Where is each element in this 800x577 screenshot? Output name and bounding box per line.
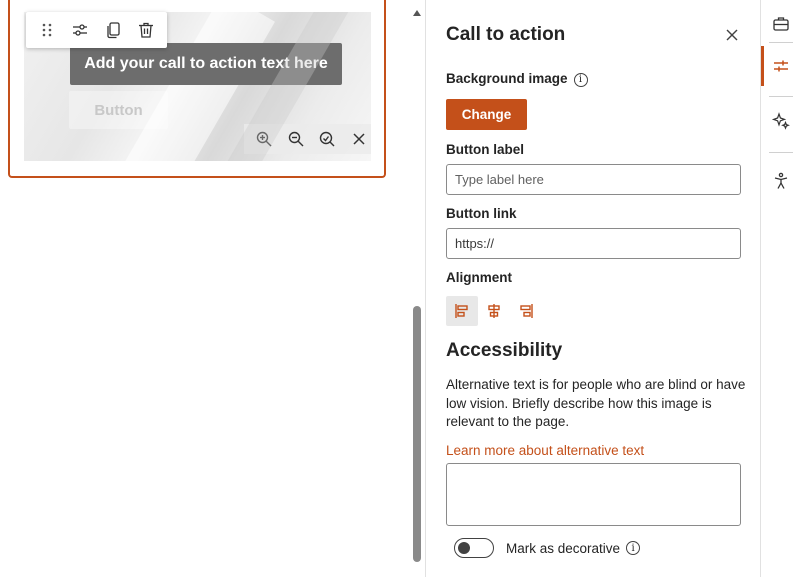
button-link-input[interactable] bbox=[446, 228, 741, 259]
align-center-icon bbox=[488, 304, 500, 318]
background-image-label: Background image i bbox=[446, 71, 588, 87]
call-to-action-webpart[interactable]: Add your call to action text here Button bbox=[8, 0, 386, 178]
right-rail bbox=[760, 0, 800, 577]
rail-divider bbox=[769, 42, 793, 43]
align-left-button[interactable] bbox=[446, 296, 478, 326]
accessibility-button[interactable] bbox=[761, 161, 800, 201]
property-pane: Call to action Background image i Change … bbox=[425, 0, 760, 577]
align-right-button[interactable] bbox=[510, 296, 542, 326]
cta-text[interactable]: Add your call to action text here bbox=[70, 43, 342, 85]
alt-text-input[interactable] bbox=[446, 463, 741, 526]
zoom-out-icon bbox=[288, 131, 304, 147]
toolbox-icon bbox=[773, 17, 789, 31]
image-zoom-toolbar bbox=[244, 124, 371, 154]
info-icon[interactable]: i bbox=[573, 72, 588, 87]
close-icon bbox=[726, 29, 738, 41]
zoom-in-button[interactable] bbox=[251, 126, 277, 152]
close-zoom-button[interactable] bbox=[346, 126, 371, 152]
decorative-label: Mark as decorative bbox=[506, 540, 621, 556]
accessibility-description: Alternative text is for people who are b… bbox=[446, 377, 746, 429]
reset-zoom-icon bbox=[320, 131, 335, 147]
align-center-button[interactable] bbox=[478, 296, 510, 326]
canvas-scrollbar[interactable] bbox=[410, 6, 424, 568]
delete-button[interactable] bbox=[133, 17, 159, 43]
duplicate-icon bbox=[107, 22, 120, 39]
design-ideas-icon bbox=[772, 112, 790, 130]
cta-button[interactable]: Button bbox=[69, 91, 168, 129]
delete-icon bbox=[139, 22, 154, 38]
duplicate-button[interactable] bbox=[100, 17, 126, 43]
info-icon[interactable]: i bbox=[626, 541, 641, 555]
align-right-icon bbox=[520, 304, 533, 318]
rail-divider bbox=[769, 96, 793, 97]
drag-handle-icon bbox=[42, 23, 51, 37]
webpart-toolbar bbox=[26, 12, 167, 48]
learn-more-link[interactable]: Learn more about alternative text bbox=[446, 443, 644, 458]
rail-divider bbox=[769, 152, 793, 153]
toolbox-button[interactable] bbox=[761, 4, 800, 44]
close-icon bbox=[353, 133, 365, 145]
scroll-up-arrow-icon[interactable] bbox=[413, 10, 421, 16]
zoom-in-icon bbox=[256, 131, 272, 147]
accessibility-icon bbox=[774, 172, 788, 189]
properties-icon bbox=[774, 60, 788, 72]
decorative-toggle[interactable] bbox=[454, 538, 494, 558]
close-pane-button[interactable] bbox=[722, 25, 742, 45]
decorative-row: Mark as decorative i bbox=[454, 538, 641, 558]
button-label-input[interactable] bbox=[446, 164, 741, 195]
zoom-out-button[interactable] bbox=[283, 126, 309, 152]
edit-properties-icon bbox=[72, 24, 87, 36]
change-image-button[interactable]: Change bbox=[446, 99, 527, 130]
button-link-label: Button link bbox=[446, 206, 517, 221]
alignment-label: Alignment bbox=[446, 270, 512, 285]
button-label-label: Button label bbox=[446, 142, 524, 157]
pane-title: Call to action bbox=[446, 24, 566, 45]
drag-handle-button[interactable] bbox=[34, 17, 60, 43]
scroll-thumb[interactable] bbox=[413, 306, 421, 562]
edit-properties-button[interactable] bbox=[67, 17, 93, 43]
reset-zoom-button[interactable] bbox=[314, 126, 340, 152]
toggle-knob bbox=[458, 542, 470, 554]
accessibility-heading: Accessibility bbox=[446, 340, 563, 361]
alignment-group bbox=[446, 296, 542, 326]
design-ideas-button[interactable] bbox=[761, 101, 800, 141]
align-left-icon bbox=[455, 304, 468, 318]
properties-button[interactable] bbox=[761, 46, 800, 86]
